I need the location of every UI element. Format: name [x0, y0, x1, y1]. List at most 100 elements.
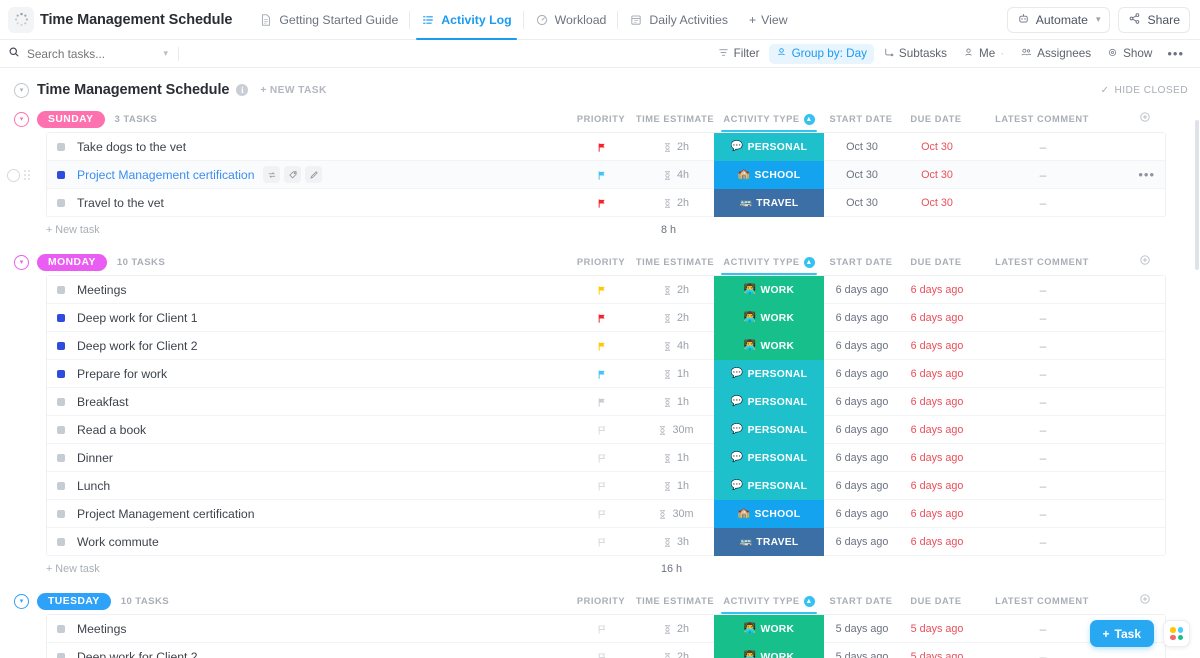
activity-type-badge[interactable]: 👨‍💻WORK [714, 643, 824, 658]
task-name[interactable]: Deep work for Client 2 [77, 650, 198, 658]
activity-type-badge[interactable]: 👨‍💻WORK [714, 615, 824, 643]
cell-priority[interactable] [593, 388, 611, 416]
task-name[interactable]: Deep work for Client 1 [77, 311, 198, 325]
status-indicator[interactable] [57, 398, 65, 406]
day-badge[interactable]: SUNDAY [37, 111, 105, 128]
cell-time-estimate[interactable]: 2h [646, 133, 706, 161]
table-row[interactable]: Deep work for Client 24h👨‍💻WORK6 days ag… [47, 332, 1165, 360]
cell-priority[interactable] [593, 161, 611, 189]
cell-time-estimate[interactable]: 2h [646, 276, 706, 304]
table-row[interactable]: Deep work for Client 22h👨‍💻WORK5 days ag… [47, 643, 1165, 658]
create-task-button[interactable]: + Task [1090, 620, 1154, 647]
filter-button[interactable]: Filter [711, 44, 767, 64]
cell-priority[interactable] [593, 276, 611, 304]
cell-activity-type[interactable]: 🚌TRAVEL [714, 528, 824, 556]
activity-type-badge[interactable]: 👨‍💻WORK [714, 304, 824, 332]
cell-time-estimate[interactable]: 2h [646, 615, 706, 643]
tab-activity-log[interactable]: Activity Log [410, 0, 522, 40]
cell-latest-comment[interactable]: – [1013, 388, 1073, 416]
cell-due-date[interactable]: 6 days ago [892, 360, 982, 388]
status-indicator[interactable] [57, 286, 65, 294]
more-options-button[interactable]: ••• [1161, 43, 1190, 64]
table-row[interactable]: Work commute3h🚌TRAVEL6 days ago6 days ag… [47, 528, 1165, 556]
table-row[interactable]: Project Management certification30m🏫SCHO… [47, 500, 1165, 528]
status-indicator[interactable] [57, 370, 65, 378]
chevron-down-icon[interactable]: ▾ [163, 48, 168, 59]
cell-due-date[interactable]: Oct 30 [892, 161, 982, 189]
cell-activity-type[interactable]: 💬PERSONAL [714, 133, 824, 161]
task-name[interactable]: Take dogs to the vet [77, 140, 186, 154]
search-input[interactable] [27, 47, 147, 61]
task-name[interactable]: Project Management certification [77, 168, 254, 182]
cell-due-date[interactable]: 6 days ago [892, 472, 982, 500]
clickup-spinner-icon[interactable] [8, 7, 34, 33]
hide-closed-toggle[interactable]: ✓ HIDE CLOSED [1101, 85, 1188, 96]
search-box[interactable]: ▾ [8, 45, 168, 63]
cell-latest-comment[interactable]: – [1013, 444, 1073, 472]
status-indicator[interactable] [57, 342, 65, 350]
cell-time-estimate[interactable]: 1h [646, 472, 706, 500]
activity-type-badge[interactable]: 💬PERSONAL [714, 360, 824, 388]
new-task-button[interactable]: + New task [46, 224, 100, 236]
status-indicator[interactable] [57, 510, 65, 518]
cell-latest-comment[interactable]: – [1013, 161, 1073, 189]
task-name[interactable]: Lunch [77, 479, 110, 493]
cell-latest-comment[interactable]: – [1013, 360, 1073, 388]
cell-activity-type[interactable]: 💬PERSONAL [714, 360, 824, 388]
cell-latest-comment[interactable]: – [1013, 189, 1073, 217]
cell-activity-type[interactable]: 🚌TRAVEL [714, 189, 824, 217]
status-indicator[interactable] [57, 454, 65, 462]
status-indicator[interactable] [57, 625, 65, 633]
cell-time-estimate[interactable]: 3h [646, 528, 706, 556]
cell-due-date[interactable]: Oct 30 [892, 189, 982, 217]
task-name[interactable]: Work commute [77, 535, 159, 549]
cell-priority[interactable] [593, 444, 611, 472]
new-task-button[interactable]: + New task [46, 563, 100, 575]
table-row[interactable]: Travel to the vet2h🚌TRAVELOct 30Oct 30– [47, 189, 1165, 217]
cell-priority[interactable] [593, 500, 611, 528]
status-indicator[interactable] [57, 199, 65, 207]
cell-time-estimate[interactable]: 30m [646, 416, 706, 444]
table-row[interactable]: Read a book30m💬PERSONAL6 days ago6 days … [47, 416, 1165, 444]
activity-type-badge[interactable]: 💬PERSONAL [714, 133, 824, 161]
cell-activity-type[interactable]: 💬PERSONAL [714, 416, 824, 444]
show-button[interactable]: Show [1100, 44, 1159, 64]
cell-latest-comment[interactable]: – [1013, 643, 1073, 658]
cell-due-date[interactable]: 5 days ago [892, 643, 982, 658]
task-name[interactable]: Project Management certification [77, 507, 254, 521]
cell-latest-comment[interactable]: – [1013, 416, 1073, 444]
cell-due-date[interactable]: 6 days ago [892, 416, 982, 444]
cell-latest-comment[interactable]: – [1013, 304, 1073, 332]
cell-time-estimate[interactable]: 4h [646, 161, 706, 189]
cell-activity-type[interactable]: 🏫SCHOOL [714, 161, 824, 189]
row-select-checkbox[interactable] [7, 169, 20, 182]
cell-due-date[interactable]: 6 days ago [892, 332, 982, 360]
cell-time-estimate[interactable]: 4h [646, 332, 706, 360]
row-handles[interactable] [7, 161, 31, 189]
task-name[interactable]: Dinner [77, 451, 113, 465]
tab-getting-started-guide[interactable]: Getting Started Guide [248, 0, 409, 40]
day-badge[interactable]: MONDAY [37, 254, 107, 271]
cell-priority[interactable] [593, 416, 611, 444]
cell-due-date[interactable]: 6 days ago [892, 276, 982, 304]
subtasks-button[interactable]: Subtasks [876, 44, 954, 64]
task-name[interactable]: Breakfast [77, 395, 128, 409]
day-badge[interactable]: TUESDAY [37, 593, 111, 610]
cell-priority[interactable] [593, 304, 611, 332]
cell-activity-type[interactable]: 💬PERSONAL [714, 388, 824, 416]
activity-type-badge[interactable]: 🚌TRAVEL [714, 528, 824, 556]
share-button[interactable]: Share [1118, 7, 1190, 33]
add-column-button[interactable] [1132, 106, 1158, 132]
status-indicator[interactable] [57, 653, 65, 658]
cell-due-date[interactable]: 6 days ago [892, 388, 982, 416]
assignees-button[interactable]: Assignees [1013, 44, 1098, 64]
group-collapse-icon[interactable]: ▾ [14, 112, 29, 127]
cell-activity-type[interactable]: 👨‍💻WORK [714, 276, 824, 304]
table-row[interactable]: Project Management certification 4h 🏫SCHOO… [47, 161, 1165, 189]
status-indicator[interactable] [57, 171, 65, 179]
apps-grid-icon[interactable] [1163, 620, 1190, 647]
activity-type-badge[interactable]: 💬PERSONAL [714, 444, 824, 472]
edit-icon[interactable] [305, 166, 322, 183]
vertical-scrollbar[interactable] [1195, 120, 1199, 270]
group-collapse-icon[interactable]: ▾ [14, 594, 29, 609]
